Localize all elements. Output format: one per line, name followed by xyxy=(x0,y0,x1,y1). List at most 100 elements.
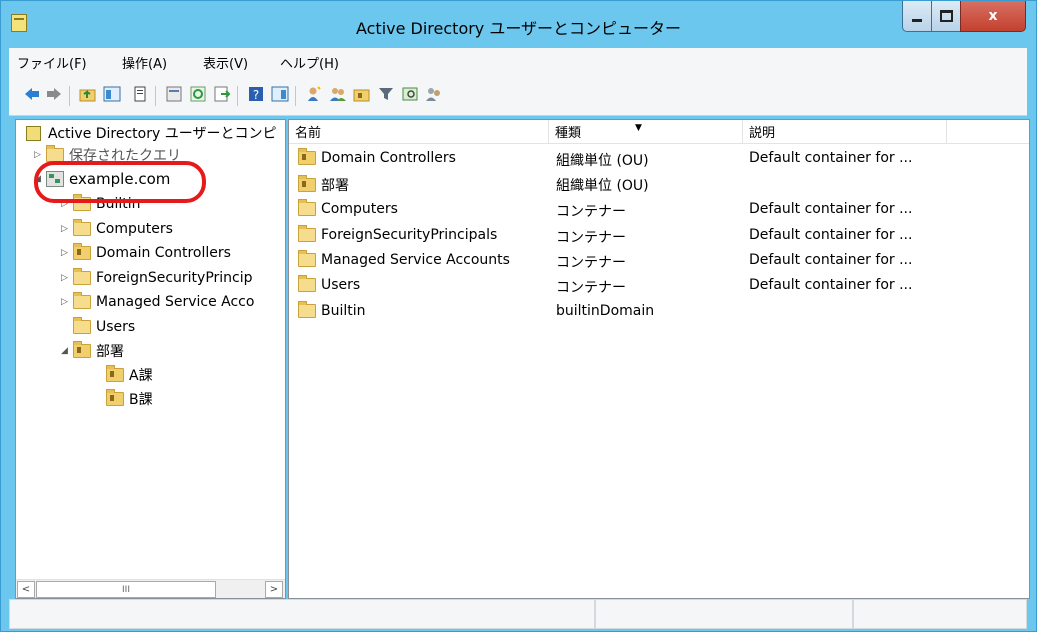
properties-icon[interactable] xyxy=(131,85,149,103)
show-console-tree-icon[interactable] xyxy=(103,85,121,103)
expand-icon[interactable]: ▷ xyxy=(61,248,73,258)
row-name: Builtin xyxy=(321,303,366,319)
details-list[interactable]: 名前 種類 ▼ 説明 Domain Controllers 組織単位 (OU) D… xyxy=(288,119,1030,599)
list-row-computers[interactable]: Computers コンテナー Default container for ..… xyxy=(289,197,1029,222)
folder-icon xyxy=(73,219,91,236)
tree-item-a-ka[interactable]: A課 xyxy=(106,364,153,386)
list-row-users[interactable]: Users コンテナー Default container for ... xyxy=(289,273,1029,298)
tree-item-label: ForeignSecurityPrincip xyxy=(96,270,253,286)
expand-icon[interactable]: ▷ xyxy=(61,224,73,234)
status-cell xyxy=(595,599,853,629)
list-row-foreign-security-principals[interactable]: ForeignSecurityPrincipals コンテナー Default … xyxy=(289,223,1029,248)
list-row-builtin[interactable]: Builtin builtinDomain xyxy=(289,299,1029,324)
expand-icon[interactable]: ▷ xyxy=(61,273,73,283)
column-header-name[interactable]: 名前 xyxy=(289,120,549,144)
tree-item-users[interactable]: Users xyxy=(61,316,135,338)
row-type: builtinDomain xyxy=(556,303,655,319)
ou-icon xyxy=(106,389,124,406)
delegate-icon[interactable] xyxy=(425,85,443,103)
up-folder-icon[interactable] xyxy=(79,85,97,103)
folder-icon xyxy=(298,250,316,267)
console-icon xyxy=(26,125,41,141)
ou-icon xyxy=(106,365,124,382)
expand-icon[interactable]: ▷ xyxy=(34,150,46,160)
row-name: Users xyxy=(321,277,361,293)
show-action-pane-icon[interactable] xyxy=(271,85,289,103)
tree-item-label: Managed Service Acco xyxy=(96,294,255,310)
row-name: ForeignSecurityPrincipals xyxy=(321,227,498,243)
tree-item-label: Computers xyxy=(96,221,173,237)
maximize-button[interactable] xyxy=(931,1,961,32)
new-user-icon[interactable] xyxy=(305,85,323,103)
collapse-icon[interactable]: ◢ xyxy=(61,346,73,356)
tree-root[interactable]: Active Directory ユーザーとコンピ xyxy=(26,122,276,144)
forward-arrow-icon[interactable] xyxy=(45,85,63,103)
menu-view[interactable]: 表示(V) xyxy=(203,53,248,72)
scroll-left-icon[interactable]: < xyxy=(17,581,35,598)
minimize-button[interactable] xyxy=(902,1,932,32)
column-header-type[interactable]: 種類 ▼ xyxy=(549,120,743,144)
menu-file[interactable]: ファイル(F) xyxy=(17,53,87,72)
export-list-icon[interactable] xyxy=(165,85,183,103)
row-type: コンテナー xyxy=(556,255,626,271)
folder-icon xyxy=(73,268,91,285)
filter-icon[interactable] xyxy=(377,85,395,103)
tree-item-label: A課 xyxy=(129,368,153,384)
column-label: 種類 xyxy=(555,126,582,141)
toolbar-separator xyxy=(155,86,156,106)
horizontal-scrollbar[interactable]: < III > xyxy=(16,579,285,598)
ou-icon xyxy=(298,175,316,192)
row-description: Default container for ... xyxy=(749,227,913,243)
row-type: コンテナー xyxy=(556,230,626,246)
scroll-right-icon[interactable]: > xyxy=(265,581,283,598)
column-header-description[interactable]: 説明 xyxy=(743,120,947,144)
help-icon[interactable]: ? xyxy=(247,85,265,103)
list-row-busho[interactable]: 部署 組織単位 (OU) xyxy=(289,171,1029,196)
column-label: 名前 xyxy=(295,126,322,141)
tree-item-managed-service-accounts[interactable]: ▷ Managed Service Acco xyxy=(61,291,254,313)
menu-help[interactable]: ヘルプ(H) xyxy=(280,53,339,72)
tree-item-label: B課 xyxy=(129,392,153,408)
refresh-icon[interactable] xyxy=(189,85,207,103)
row-type: 組織単位 (OU) xyxy=(556,178,649,194)
new-group-icon[interactable] xyxy=(329,85,347,103)
folder-icon xyxy=(298,275,316,292)
toolbar: ? xyxy=(9,75,1027,116)
tree-item-domain-controllers[interactable]: ▷ Domain Controllers xyxy=(61,242,231,264)
toolbar-separator xyxy=(69,86,70,106)
new-ou-icon[interactable] xyxy=(353,85,371,103)
tree-item-b-ka[interactable]: B課 xyxy=(106,388,153,410)
find-icon[interactable] xyxy=(401,85,419,103)
title-bar[interactable]: Active Directory ユーザーとコンピューター x xyxy=(1,1,1036,47)
tree-item-foreign-security-principals[interactable]: ▷ ForeignSecurityPrincip xyxy=(61,267,253,289)
folder-icon xyxy=(73,317,91,334)
back-arrow-icon[interactable] xyxy=(23,85,41,103)
row-name: Managed Service Accounts xyxy=(321,252,510,268)
expand-icon[interactable]: ▷ xyxy=(61,297,73,307)
list-row-domain-controllers[interactable]: Domain Controllers 組織単位 (OU) Default con… xyxy=(289,146,1029,171)
tree-item-busho[interactable]: ◢ 部署 xyxy=(61,340,124,362)
status-cell xyxy=(9,599,595,629)
row-description: Default container for ... xyxy=(749,201,913,217)
row-name: Computers xyxy=(321,201,398,217)
tree-root-label: Active Directory ユーザーとコンピ xyxy=(48,126,277,142)
maximize-icon xyxy=(939,10,953,22)
close-button[interactable]: x xyxy=(960,1,1026,32)
menu-action[interactable]: 操作(A) xyxy=(122,53,167,72)
scroll-thumb[interactable]: III xyxy=(36,581,216,598)
tree-item-label: Domain Controllers xyxy=(96,245,231,261)
row-type: 組織単位 (OU) xyxy=(556,153,649,169)
row-name: Domain Controllers xyxy=(321,150,456,166)
status-bar xyxy=(9,599,1027,629)
export-icon[interactable] xyxy=(213,85,231,103)
folder-icon xyxy=(298,225,316,242)
close-icon: x xyxy=(988,8,998,24)
row-description: Default container for ... xyxy=(749,150,913,166)
row-type: コンテナー xyxy=(556,204,626,220)
column-label: 説明 xyxy=(749,126,776,141)
folder-icon xyxy=(46,145,64,162)
svg-text:?: ? xyxy=(253,88,259,102)
row-name: 部署 xyxy=(321,178,349,194)
list-row-managed-service-accounts[interactable]: Managed Service Accounts コンテナー Default c… xyxy=(289,248,1029,273)
tree-item-computers[interactable]: ▷ Computers xyxy=(61,218,173,240)
